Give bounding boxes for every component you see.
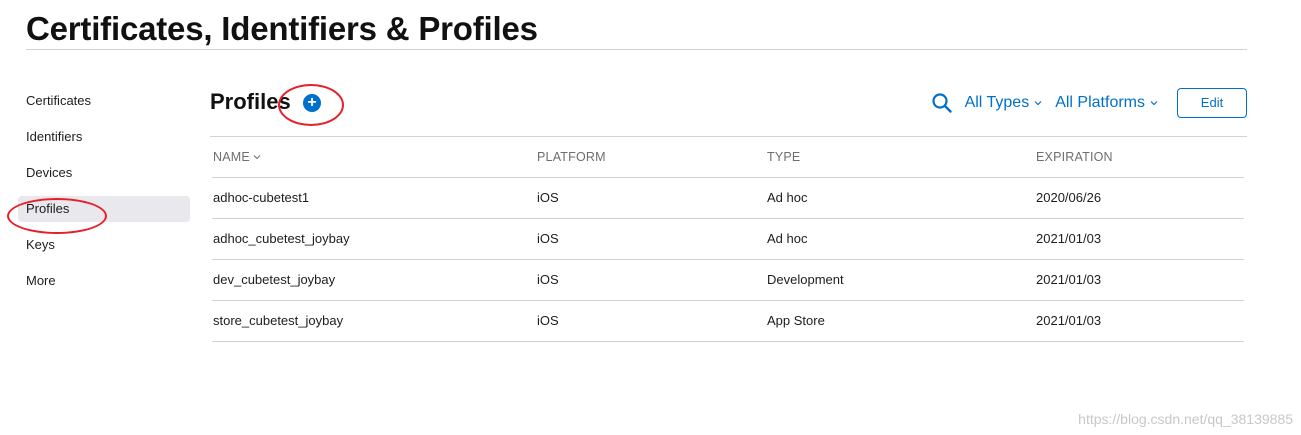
platform-filter-dropdown[interactable]: All Platforms <box>1055 94 1159 112</box>
sidebar-item-devices[interactable]: Devices <box>18 160 190 186</box>
profiles-table: NAME PLATFORM TYPE EXPIRATION adhoc-cube… <box>212 137 1244 342</box>
chevron-down-icon <box>1150 101 1158 106</box>
profile-type: Ad hoc <box>767 190 808 205</box>
column-header-expiration[interactable]: EXPIRATION <box>1036 137 1113 177</box>
profile-platform: iOS <box>537 272 559 287</box>
sidebar: Certificates Identifiers Devices Profile… <box>18 88 190 304</box>
profile-type: App Store <box>767 313 825 328</box>
profile-type: Development <box>767 272 844 287</box>
table-row[interactable]: adhoc_cubetest_joybay iOS Ad hoc 2021/01… <box>212 219 1244 260</box>
table-row[interactable]: store_cubetest_joybay iOS App Store 2021… <box>212 301 1244 342</box>
profile-name: dev_cubetest_joybay <box>213 272 336 287</box>
profile-expiration: 2021/01/03 <box>1036 231 1102 246</box>
section-title: Profiles <box>210 89 291 114</box>
profile-expiration: 2020/06/26 <box>1036 190 1102 205</box>
profile-name: store_cubetest_joybay <box>213 313 344 328</box>
type-filter-label: All Types <box>964 94 1030 111</box>
sidebar-item-certificates[interactable]: Certificates <box>18 88 190 114</box>
sidebar-item-more[interactable]: More <box>18 268 190 294</box>
table-header-row: NAME PLATFORM TYPE EXPIRATION <box>212 137 1244 178</box>
title-divider <box>26 49 1247 50</box>
profile-platform: iOS <box>537 231 559 246</box>
sidebar-item-identifiers[interactable]: Identifiers <box>18 124 190 150</box>
sidebar-item-profiles[interactable]: Profiles <box>18 196 190 222</box>
column-header-name[interactable]: NAME <box>213 137 261 177</box>
search-icon[interactable] <box>931 92 953 114</box>
profile-platform: iOS <box>537 190 559 205</box>
platform-filter-label: All Platforms <box>1055 94 1145 111</box>
sort-chevron-icon <box>253 155 261 160</box>
watermark: https://blog.csdn.net/qq_38139885 <box>1078 411 1293 427</box>
profile-expiration: 2021/01/03 <box>1036 272 1102 287</box>
profile-name: adhoc-cubetest1 <box>213 190 310 205</box>
profile-platform: iOS <box>537 313 559 328</box>
sidebar-item-keys[interactable]: Keys <box>18 232 190 258</box>
column-header-name-label: NAME <box>213 150 250 164</box>
chevron-down-icon <box>1034 101 1042 106</box>
table-row[interactable]: adhoc-cubetest1 iOS Ad hoc 2020/06/26 <box>212 178 1244 219</box>
edit-button[interactable]: Edit <box>1177 88 1247 118</box>
profile-expiration: 2021/01/03 <box>1036 313 1102 328</box>
profile-type: Ad hoc <box>767 231 808 246</box>
table-row[interactable]: dev_cubetest_joybay iOS Development 2021… <box>212 260 1244 301</box>
page: Certificates, Identifiers & Profiles Cer… <box>0 0 1301 435</box>
toolbar: All Types All Platforms Edit <box>931 88 1247 118</box>
column-header-platform[interactable]: PLATFORM <box>537 137 606 177</box>
column-header-type[interactable]: TYPE <box>767 137 800 177</box>
page-title: Certificates, Identifiers & Profiles <box>26 10 538 47</box>
profile-name: adhoc_cubetest_joybay <box>213 231 350 246</box>
type-filter-dropdown[interactable]: All Types <box>965 94 1044 112</box>
plus-circle-icon[interactable]: + <box>303 94 321 112</box>
